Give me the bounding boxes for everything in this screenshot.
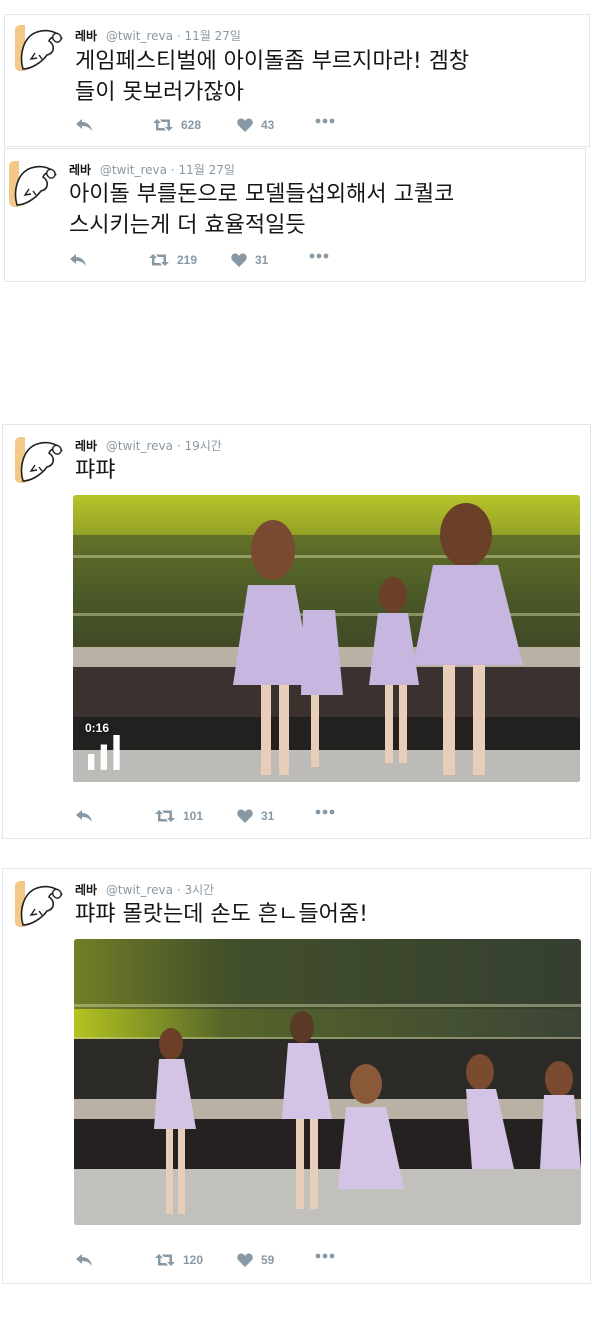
like-count: 31 (255, 253, 269, 267)
tweet-header: 레바 @twit_reva · 19시간 (75, 437, 222, 454)
tweet-text-line: 들이 못보러가잖아 (75, 80, 244, 105)
retweet-icon (155, 1254, 175, 1266)
tweet-actions: 101 31 (75, 809, 375, 829)
more-button[interactable] (315, 809, 335, 815)
like-count: 31 (261, 809, 275, 823)
tweet-text-line: 아이돌 부를돈으로 모델들섭외해서 고퀄코 (69, 182, 455, 207)
video-time-badge: 0:16 (85, 721, 129, 772)
more-button[interactable] (315, 1253, 335, 1259)
reply-button[interactable] (69, 253, 87, 267)
retweet-button[interactable]: 219 (149, 253, 197, 267)
display-name[interactable]: 레바 (75, 29, 97, 43)
handle[interactable]: @twit_reva (106, 439, 173, 453)
tweet-2[interactable]: 레바 @twit_reva · 11월 27일 아이돌 부를돈으로 모델들섭외해… (4, 148, 586, 282)
photo-media[interactable] (74, 939, 581, 1225)
retweet-count: 120 (183, 1253, 204, 1267)
retweet-button[interactable]: 120 (155, 1253, 203, 1267)
video-player[interactable]: 0:16 (73, 495, 580, 782)
more-icon (315, 1253, 335, 1259)
display-name[interactable]: 레바 (69, 163, 91, 177)
retweet-count: 101 (183, 809, 204, 823)
retweet-icon (155, 810, 175, 822)
avatar[interactable] (9, 161, 59, 207)
timestamp[interactable]: 19시간 (184, 439, 221, 453)
tweet-text: 게임페스티벌에 아이돌좀 부르지마라! 겜창 들이 못보러가잖아 (75, 46, 469, 108)
tweet-text-line: 스시키는게 더 효율적일듯 (69, 213, 306, 238)
tweet-header: 레바 @twit_reva · 11월 27일 (69, 161, 235, 178)
avatar[interactable] (15, 881, 65, 927)
tweet-header: 레바 @twit_reva · 11월 27일 (75, 27, 241, 44)
avatar[interactable] (15, 25, 65, 71)
display-name[interactable]: 레바 (75, 439, 97, 453)
timestamp[interactable]: 11월 27일 (184, 29, 240, 43)
video-time: 0:16 (85, 721, 110, 736)
avatar[interactable] (15, 437, 65, 483)
like-count: 59 (261, 1253, 275, 1267)
tweet-1[interactable]: 레바 @twit_reva · 11월 27일 게임페스티벌에 아이돌좀 부르지… (4, 14, 590, 147)
retweet-count: 219 (177, 253, 198, 267)
tweet-text: 아이돌 부를돈으로 모델들섭외해서 고퀄코 스시키는게 더 효율적일듯 (69, 179, 454, 241)
handle[interactable]: @twit_reva (100, 163, 167, 177)
reply-icon (76, 119, 92, 131)
tweet-text-line: 퍄퍄 (75, 458, 116, 483)
handle[interactable]: @twit_reva (106, 29, 173, 43)
concert-photo (74, 939, 581, 1225)
reply-icon (70, 254, 86, 266)
timestamp[interactable]: 3시간 (184, 883, 214, 897)
more-button[interactable] (309, 253, 329, 259)
retweet-icon (149, 254, 169, 266)
display-name[interactable]: 레바 (75, 883, 97, 897)
retweet-button[interactable]: 628 (153, 118, 201, 132)
reply-button[interactable] (75, 118, 93, 132)
avatar-face-icon (15, 437, 63, 483)
reply-button[interactable] (75, 1253, 93, 1267)
like-button[interactable]: 43 (237, 118, 274, 132)
tweet-text-line: 퍄퍄 몰랏는데 손도 흔ㄴ들어줌! (75, 902, 368, 927)
more-icon (315, 809, 335, 815)
tweet-4[interactable]: 레바 @twit_reva · 3시간 퍄퍄 몰랏는데 손도 흔ㄴ들어줌! 12… (2, 868, 591, 1284)
like-button[interactable]: 59 (237, 1253, 274, 1267)
reply-icon (76, 810, 92, 822)
like-button[interactable]: 31 (231, 253, 268, 267)
tweet-text: 퍄퍄 (75, 455, 115, 486)
tweet-text-line: 게임페스티벌에 아이돌좀 부르지마라! 겜창 (75, 49, 470, 74)
avatar-face-icon (9, 161, 57, 207)
handle[interactable]: @twit_reva (106, 883, 173, 897)
avatar-face-icon (15, 881, 63, 927)
tweet-actions: 628 43 (75, 118, 375, 138)
volume-bars-icon (88, 735, 120, 770)
tweet-actions: 120 59 (75, 1253, 375, 1273)
heart-icon (237, 809, 253, 823)
heart-icon (237, 118, 253, 132)
like-count: 43 (261, 118, 275, 132)
reply-button[interactable] (75, 809, 93, 823)
heart-icon (237, 1253, 253, 1267)
more-icon (309, 253, 329, 259)
reply-icon (76, 1254, 92, 1266)
tweet-header: 레바 @twit_reva · 3시간 (75, 881, 214, 898)
tweet-text: 퍄퍄 몰랏는데 손도 흔ㄴ들어줌! (75, 899, 368, 930)
retweet-button[interactable]: 101 (155, 809, 203, 823)
timestamp[interactable]: 11월 27일 (178, 163, 234, 177)
retweet-icon (153, 119, 173, 131)
more-button[interactable] (315, 118, 335, 124)
tweet-3[interactable]: 레바 @twit_reva · 19시간 퍄퍄 0:16 101 31 (2, 424, 591, 839)
concert-video-frame (73, 495, 580, 782)
like-button[interactable]: 31 (237, 809, 274, 823)
more-icon (315, 118, 335, 124)
avatar-face-icon (15, 25, 63, 71)
retweet-count: 628 (181, 118, 202, 132)
heart-icon (231, 253, 247, 267)
tweet-actions: 219 31 (69, 253, 369, 273)
